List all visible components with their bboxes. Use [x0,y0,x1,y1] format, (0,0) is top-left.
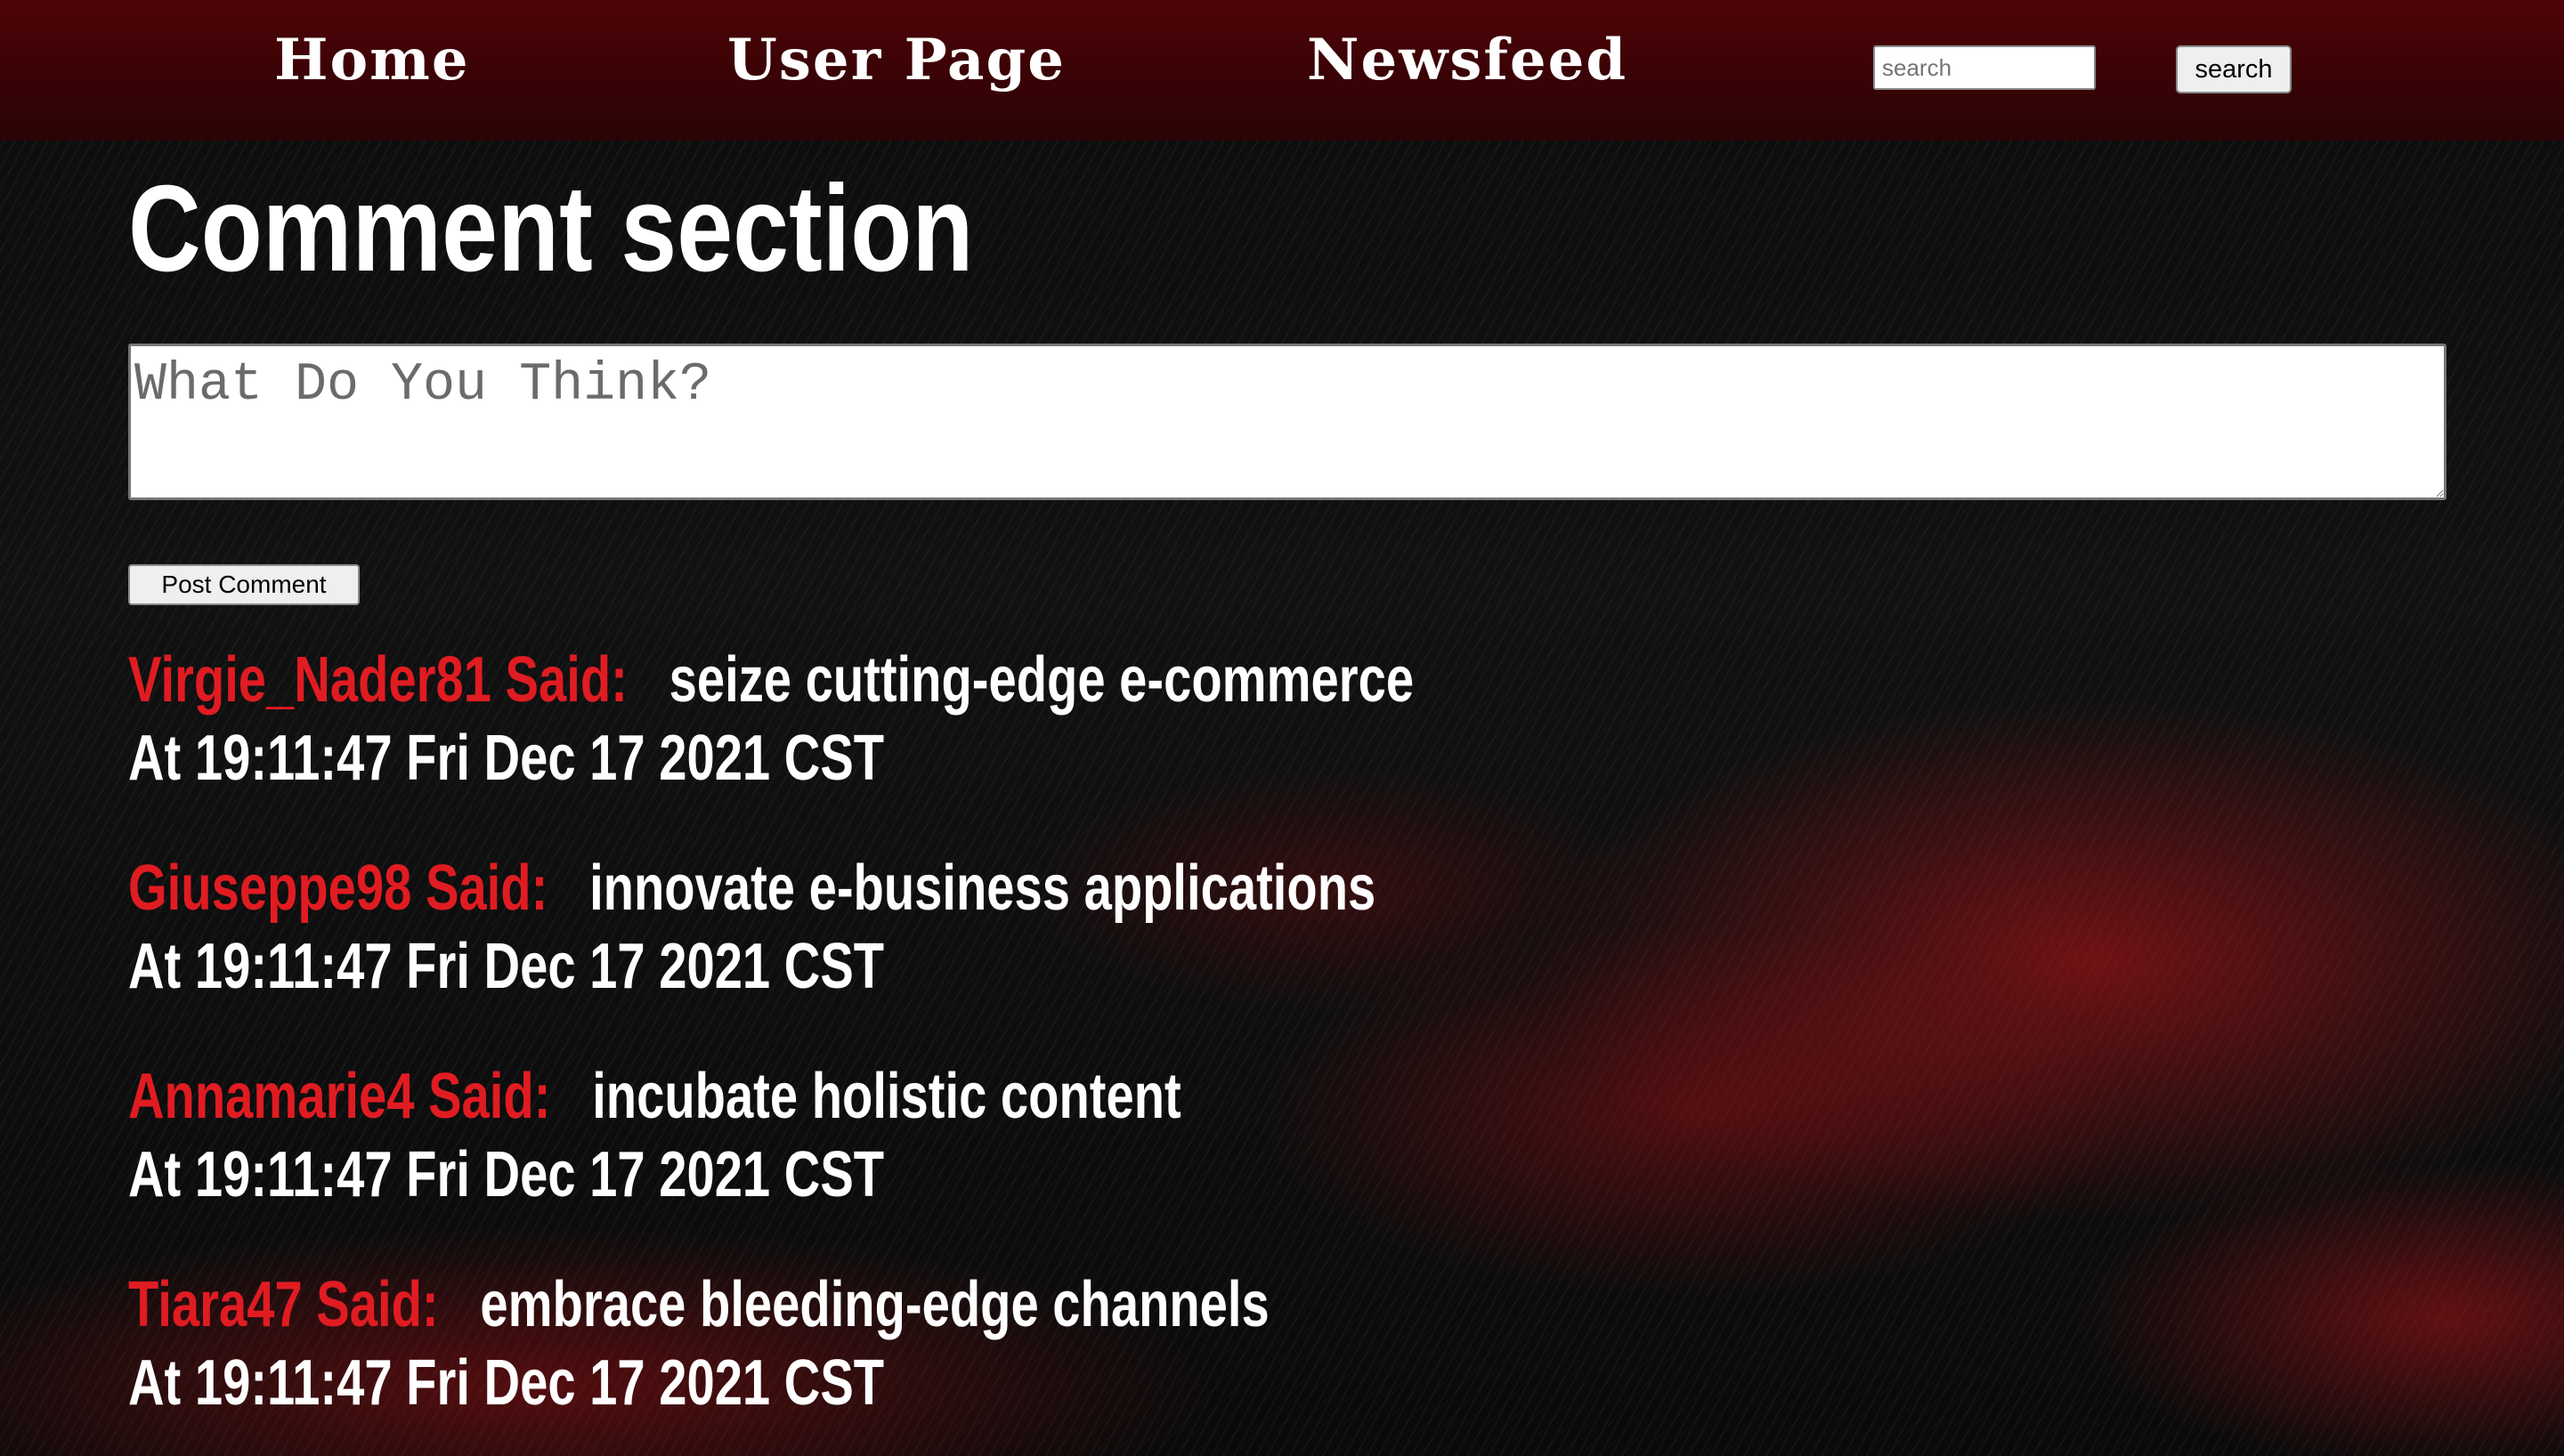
comment-text: innovate e-business applications [589,853,1376,924]
comment-author: Tiara47 Said: [128,1269,439,1340]
nav-link-user-page[interactable]: User Page [727,27,1066,93]
comment-item: Annamarie4 Said: incubate holistic conten… [128,1057,2443,1266]
search-input[interactable] [1873,45,2096,90]
comment-text: embrace bleeding-edge channels [480,1269,1270,1340]
page-title: Comment section [128,160,974,297]
comment-list: Virgie_Nader81 Said: seize cutting-edge e… [128,641,2443,1456]
search-button[interactable]: search [2176,45,2292,93]
comment-timestamp: At 19:11:47 Fri Dec 17 2021 CST [128,1139,885,1210]
comment-header: Giuseppe98 Said: innovate e-business appl… [128,849,1934,927]
top-navbar: Home User Page Newsfeed search [0,0,2564,141]
comment-timestamp: At 19:11:47 Fri Dec 17 2021 CST [128,723,885,794]
comment-text: seize cutting-edge e-commerce [669,644,1415,716]
comment-text: incubate holistic content [592,1061,1181,1132]
comment-author: Virgie_Nader81 Said: [128,644,628,716]
comment-timestamp: At 19:11:47 Fri Dec 17 2021 CST [128,1347,885,1419]
comment-header: Annamarie4 Said: incubate holistic conten… [128,1057,1934,1136]
nav-link-home[interactable]: Home [274,27,470,93]
comment-item: Tiara47 Said: embrace bleeding-edge chann… [128,1266,2443,1456]
comment-header: Tiara47 Said: embrace bleeding-edge chann… [128,1266,1934,1344]
comment-item: Giuseppe98 Said: innovate e-business appl… [128,849,2443,1057]
comment-input[interactable] [128,344,2446,500]
comment-author: Giuseppe98 Said: [128,853,548,924]
post-comment-button[interactable]: Post Comment [128,564,360,605]
nav-link-newsfeed[interactable]: Newsfeed [1307,27,1627,93]
comment-author: Annamarie4 Said: [128,1061,551,1132]
comment-item: Virgie_Nader81 Said: seize cutting-edge e… [128,641,2443,849]
comment-header: Virgie_Nader81 Said: seize cutting-edge e… [128,641,1934,719]
comment-timestamp: At 19:11:47 Fri Dec 17 2021 CST [128,931,885,1002]
